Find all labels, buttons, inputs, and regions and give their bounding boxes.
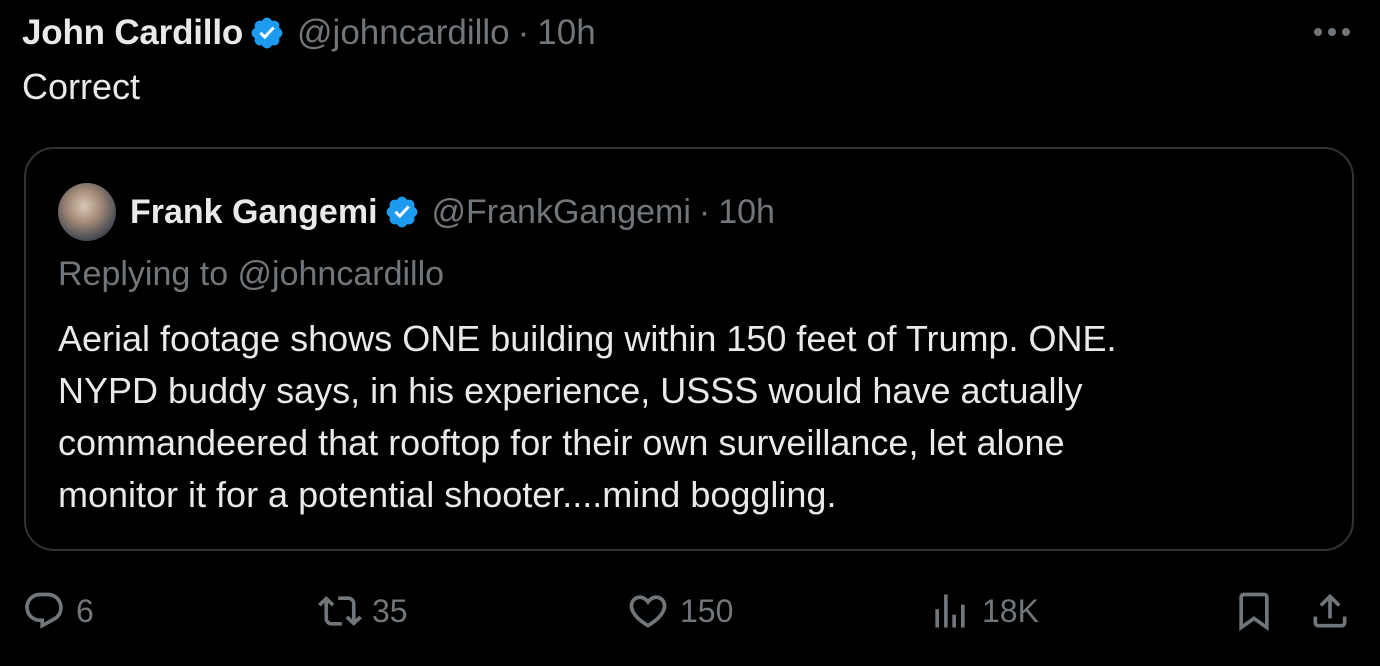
action-bar: 6 35 150 18K bbox=[0, 584, 1380, 638]
more-icon bbox=[1314, 28, 1350, 36]
share-button[interactable] bbox=[1308, 584, 1352, 638]
quoted-text-line: NYPD buddy says, in his experience, USSS… bbox=[58, 370, 1083, 411]
author-handle[interactable]: @johncardillo bbox=[297, 13, 510, 53]
author-name[interactable]: John Cardillo bbox=[22, 13, 243, 53]
quoted-tweet[interactable]: Frank Gangemi @FrankGangemi · 10h Replyi… bbox=[24, 147, 1354, 551]
verified-badge-icon bbox=[386, 196, 417, 228]
like-count: 150 bbox=[680, 592, 734, 629]
quoted-tweet-timestamp[interactable]: 10h bbox=[718, 193, 775, 232]
views-button[interactable]: 18K bbox=[928, 584, 1039, 638]
quoted-tweet-text: Aerial footage shows ONE building within… bbox=[58, 313, 1308, 521]
quoted-text-line: monitor it for a potential shooter....mi… bbox=[58, 474, 837, 515]
views-count: 18K bbox=[982, 592, 1039, 629]
like-icon bbox=[629, 595, 667, 628]
separator-dot: · bbox=[698, 192, 711, 231]
tweet-timestamp[interactable]: 10h bbox=[537, 13, 595, 53]
avatar[interactable] bbox=[58, 183, 116, 241]
quoted-tweet-header: Frank Gangemi @FrankGangemi · 10h bbox=[58, 183, 775, 241]
quoted-author-handle[interactable]: @FrankGangemi bbox=[432, 193, 691, 232]
share-icon bbox=[1313, 593, 1347, 628]
quoted-author-name[interactable]: Frank Gangemi bbox=[130, 193, 378, 232]
like-button[interactable]: 150 bbox=[626, 584, 733, 638]
tweet[interactable]: John Cardillo @johncardillo · 10h Correc… bbox=[0, 0, 1380, 666]
tweet-header: John Cardillo @johncardillo · 10h bbox=[22, 10, 596, 56]
retweet-count: 35 bbox=[372, 592, 408, 629]
views-icon bbox=[935, 594, 965, 628]
retweet-icon bbox=[318, 596, 362, 626]
reply-count: 6 bbox=[76, 592, 94, 629]
retweet-button[interactable]: 35 bbox=[318, 584, 408, 638]
more-options-button[interactable] bbox=[1310, 16, 1354, 48]
bookmark-button[interactable] bbox=[1232, 584, 1276, 638]
bookmark-icon bbox=[1239, 592, 1269, 632]
quoted-text-line: Aerial footage shows ONE building within… bbox=[58, 318, 1117, 359]
verified-badge-icon bbox=[251, 17, 283, 49]
reply-icon bbox=[25, 592, 63, 629]
separator-dot: · bbox=[517, 13, 530, 52]
tweet-text: Correct bbox=[22, 66, 141, 107]
replying-to: Replying to @johncardillo bbox=[58, 255, 445, 293]
quoted-text-line: commandeered that rooftop for their own … bbox=[58, 422, 1065, 463]
reply-button[interactable]: 6 bbox=[22, 584, 94, 638]
